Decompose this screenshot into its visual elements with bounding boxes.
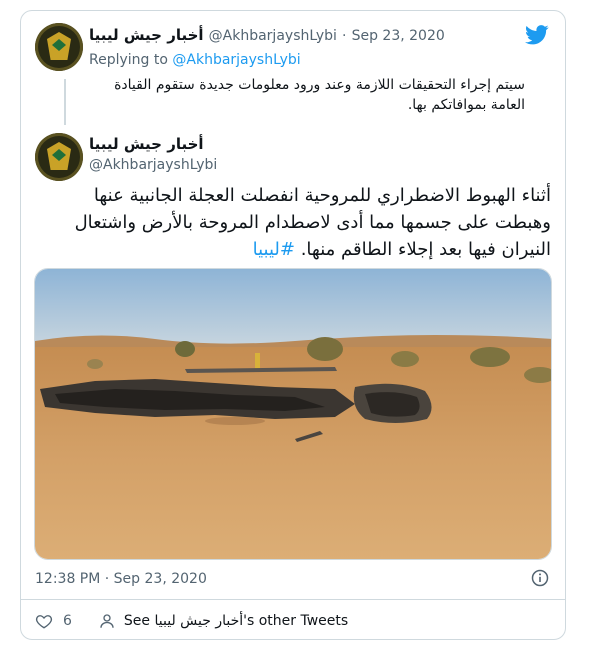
desert-crash-photo: [35, 269, 551, 559]
replying-prefix: Replying to: [89, 52, 173, 68]
heart-icon[interactable]: [35, 612, 53, 630]
main-tweet-body: أثناء الهبوط الاضطراري للمروحية انفصلت ا…: [74, 185, 551, 260]
hashtag-link[interactable]: #ليبيا: [253, 239, 295, 260]
replying-to: Replying to @AkhbarjayshLybi: [89, 52, 301, 68]
person-icon[interactable]: [98, 612, 116, 630]
parent-header: أخبار جيش ليبيا @AkhbarjayshLybi · Sep 2…: [89, 25, 445, 44]
parent-separator: ·: [342, 28, 347, 44]
parent-avatar[interactable]: [35, 23, 83, 71]
thread-connector-line: [64, 79, 66, 125]
tweet-photo[interactable]: [34, 268, 552, 560]
main-handle[interactable]: @AkhbarjayshLybi: [89, 157, 217, 173]
tweet-actions: 6 See أخبار جيش ليبيا's other Tweets: [35, 609, 348, 633]
parent-date[interactable]: Sep 23, 2020: [352, 28, 445, 44]
see-other-tweets-link[interactable]: See أخبار جيش ليبيا's other Tweets: [124, 613, 348, 629]
tweet-embed-card[interactable]: أخبار جيش ليبيا @AkhbarjayshLybi · Sep 2…: [20, 10, 566, 640]
tweet-timestamp[interactable]: 12:38 PM · Sep 23, 2020: [35, 571, 207, 587]
replying-handle-link[interactable]: @AkhbarjayshLybi: [172, 52, 300, 68]
parent-tweet-text: سيتم إجراء التحقيقات اللازمة وعند ورود م…: [114, 77, 525, 113]
main-tweet-text: أثناء الهبوط الاضطراري للمروحية انفصلت ا…: [35, 182, 551, 263]
actions-divider: [21, 599, 565, 600]
twitter-bird-icon[interactable]: [525, 25, 549, 45]
main-display-name[interactable]: أخبار جيش ليبيا: [89, 135, 204, 153]
parent-display-name[interactable]: أخبار جيش ليبيا: [89, 26, 204, 44]
parent-handle[interactable]: @AkhbarjayshLybi: [209, 28, 337, 44]
info-icon[interactable]: [531, 569, 549, 587]
like-count[interactable]: 6: [63, 613, 72, 629]
main-avatar[interactable]: [35, 133, 83, 181]
